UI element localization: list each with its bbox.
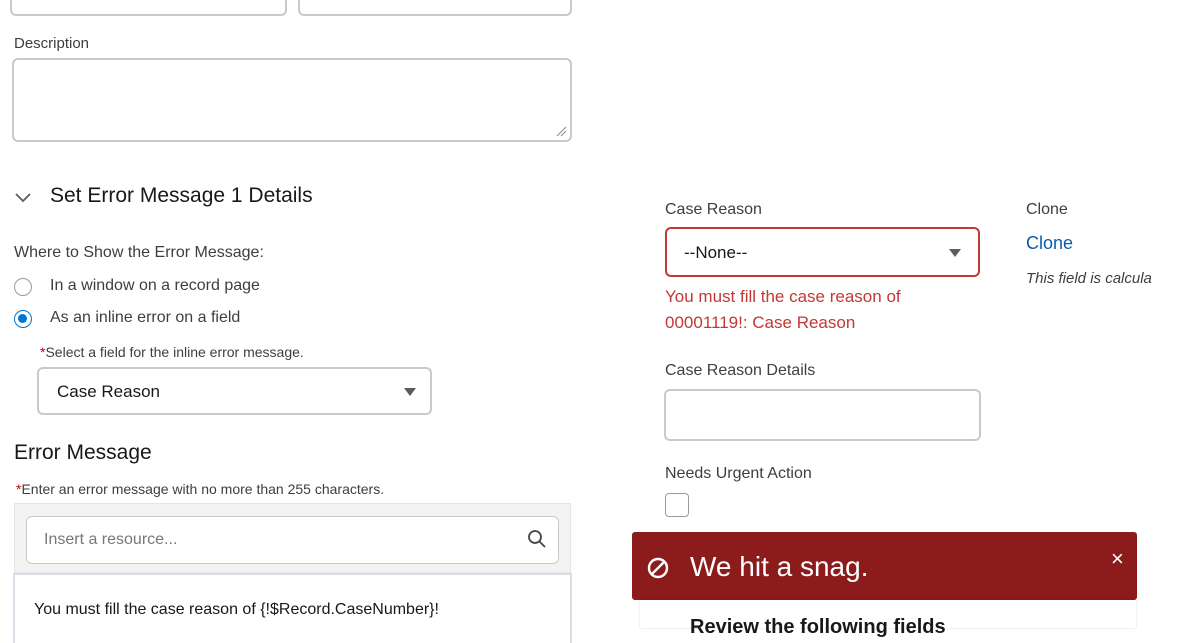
prohibited-icon — [647, 557, 669, 579]
case-reason-value: --None-- — [684, 243, 748, 262]
clone-label: Clone — [1026, 201, 1068, 218]
case-reason-details-label: Case Reason Details — [665, 362, 816, 379]
inline-field-hint: *Select a field for the inline error mes… — [40, 344, 304, 360]
description-label: Description — [14, 35, 90, 52]
clone-link[interactable]: Clone — [1026, 233, 1073, 254]
case-reason-error-line1: You must fill the case reason of — [665, 287, 901, 306]
radio-window-option[interactable] — [14, 278, 32, 296]
resize-handle-icon[interactable] — [555, 125, 567, 137]
toast-body: Review the following fields — [640, 600, 1136, 638]
inline-field-value: Case Reason — [57, 382, 161, 401]
case-reason-error: You must fill the case reason of 0000111… — [665, 284, 985, 336]
error-toast: We hit a snag. × — [632, 532, 1137, 600]
top-right-field[interactable] — [298, 0, 572, 16]
case-reason-details-input[interactable] — [664, 389, 981, 441]
needs-urgent-label: Needs Urgent Action — [665, 465, 812, 482]
error-message-title: Error Message — [14, 441, 152, 464]
resource-placeholder: Insert a resource... — [44, 531, 178, 548]
dropdown-caret-icon — [404, 388, 416, 396]
where-to-show-label: Where to Show the Error Message: — [14, 244, 264, 261]
dropdown-caret-icon — [949, 249, 961, 257]
top-left-field[interactable] — [10, 0, 287, 16]
toast-close-icon[interactable]: × — [1111, 546, 1124, 572]
section-title: Set Error Message 1 Details — [50, 184, 313, 207]
clone-note: This field is calcula — [1026, 270, 1152, 287]
search-icon[interactable] — [527, 529, 547, 549]
radio-inline-option[interactable] — [14, 310, 32, 328]
case-reason-error-line2: 00001119!: Case Reason — [665, 313, 856, 332]
needs-urgent-checkbox[interactable] — [665, 493, 689, 517]
inline-field-label: Select a field for the inline error mess… — [45, 344, 304, 360]
case-reason-select[interactable]: --None-- — [665, 227, 980, 277]
toast-title: We hit a snag. — [690, 551, 869, 582]
error-message-text: You must fill the case reason of {!$Reco… — [34, 601, 439, 618]
error-message-editor[interactable]: You must fill the case reason of {!$Reco… — [13, 573, 572, 643]
description-textarea[interactable] — [12, 58, 572, 142]
case-reason-label: Case Reason — [665, 201, 762, 218]
radio-inline-label: As an inline error on a field — [50, 309, 241, 326]
radio-window-label: In a window on a record page — [50, 277, 260, 294]
resource-search-input[interactable]: Insert a resource... — [26, 516, 559, 564]
error-message-hint: *Enter an error message with no more tha… — [16, 481, 384, 497]
chevron-down-icon — [15, 193, 31, 203]
inline-field-select[interactable]: Case Reason — [37, 367, 432, 415]
error-message-hint-text: Enter an error message with no more than… — [21, 481, 385, 497]
